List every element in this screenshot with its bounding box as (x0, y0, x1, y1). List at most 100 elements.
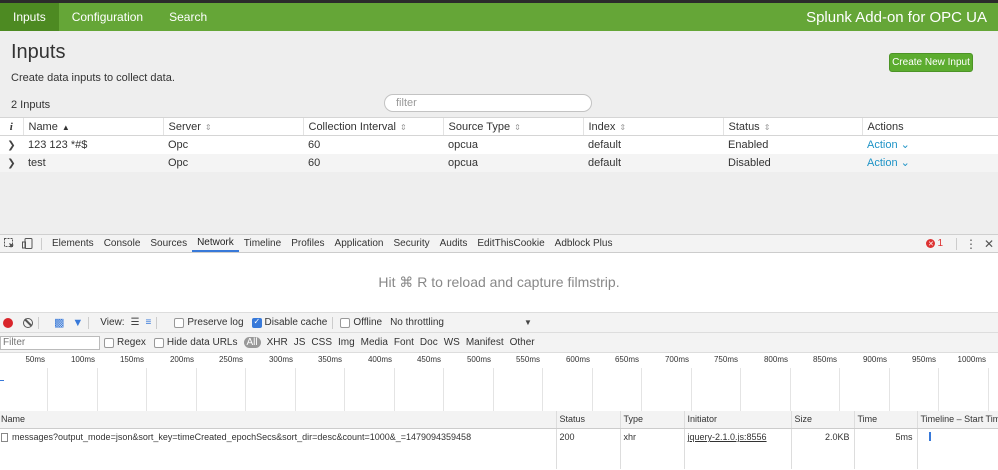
tab-elements[interactable]: Elements (47, 235, 99, 252)
chevron-down-icon[interactable]: ▼ (524, 318, 532, 327)
more-options-icon[interactable]: ⋮ (962, 237, 980, 251)
input-interval: 60 (303, 153, 443, 172)
page-description: Create data inputs to collect data. (11, 72, 175, 84)
camera-icon[interactable]: ▩ (54, 316, 64, 329)
type-filter-doc[interactable]: Doc (420, 337, 438, 348)
filter-funnel-icon[interactable]: ▼ (72, 317, 83, 329)
filter-input[interactable] (384, 94, 592, 112)
type-filter-media[interactable]: Media (361, 337, 388, 348)
column-header-status[interactable]: Status (555, 411, 620, 429)
tab-audits[interactable]: Audits (435, 235, 473, 252)
timeline-tick-label: 750ms (713, 355, 738, 364)
nav-inputs[interactable]: Inputs (0, 3, 59, 31)
network-filter-input[interactable] (0, 335, 100, 350)
column-header-name[interactable]: Name (0, 411, 556, 429)
timeline-tick-label: 550ms (515, 355, 540, 364)
column-header-time[interactable]: Time (853, 411, 917, 429)
toolbar-divider (332, 316, 334, 329)
preserve-log-checkbox[interactable]: Preserve log (174, 317, 244, 328)
column-header-type[interactable]: Type (619, 411, 684, 429)
type-filter-js[interactable]: JS (294, 337, 306, 348)
type-filter-img[interactable]: Img (338, 337, 355, 348)
close-icon[interactable]: ✕ (980, 237, 998, 251)
timeline-tick-label: 700ms (664, 355, 689, 364)
chevron-down-icon: ⌄ (897, 157, 910, 169)
timeline-tick-label: 950ms (911, 355, 936, 364)
input-sourcetype: opcua (443, 135, 583, 154)
column-header-name[interactable]: Name ▲ (22, 117, 163, 136)
tab-timeline[interactable]: Timeline (239, 235, 286, 252)
timeline-tick-label: 400ms (367, 355, 392, 364)
network-table-header: Name Status Type Initiator Size Time Tim… (0, 411, 998, 429)
inputs-count: 2 Inputs (11, 99, 51, 111)
column-header-interval[interactable]: Collection Interval ⇕ (302, 117, 443, 136)
column-header-timeline[interactable]: Timeline – Start Time (916, 411, 998, 429)
type-filter-font[interactable]: Font (394, 337, 414, 348)
type-filter-xhr[interactable]: XHR (267, 337, 288, 348)
waterfall-view-icon[interactable]: ≡ (146, 317, 152, 328)
tab-application[interactable]: Application (330, 235, 389, 252)
waterfall-bar (928, 432, 931, 442)
disable-cache-checkbox[interactable]: Disable cache (251, 317, 327, 328)
list-view-icon[interactable]: ☰ (131, 317, 140, 328)
column-header-actions: Actions (861, 117, 998, 136)
action-dropdown[interactable]: Action ⌄ (862, 153, 998, 172)
tab-adblock-plus[interactable]: Adblock Plus (550, 235, 618, 252)
app-title: Splunk Add-on for OPC UA (806, 8, 987, 26)
tab-network[interactable]: Network (192, 235, 239, 252)
regex-checkbox[interactable]: Regex (104, 337, 146, 348)
input-name: test (23, 153, 163, 172)
sort-icon: ⇕ (763, 122, 771, 132)
offline-checkbox[interactable]: Offline (340, 317, 382, 328)
input-status: Disabled (723, 153, 862, 172)
tab-console[interactable]: Console (99, 235, 146, 252)
nav-configuration[interactable]: Configuration (59, 3, 156, 31)
column-header-status[interactable]: Status ⇕ (722, 117, 862, 136)
request-name[interactable]: messages?output_mode=json&sort_key=timeC… (0, 428, 556, 446)
table-row[interactable]: messages?output_mode=json&sort_key=timeC… (0, 428, 998, 446)
record-button[interactable] (3, 317, 13, 328)
device-mode-icon[interactable] (18, 238, 36, 249)
column-header-sourcetype[interactable]: Source Type ⇕ (442, 117, 583, 136)
create-new-input-button[interactable]: Create New Input (889, 53, 973, 72)
type-filter-other[interactable]: Other (510, 337, 535, 348)
timeline-tick-label: 850ms (812, 355, 837, 364)
file-icon (1, 433, 8, 443)
inputs-table: i Name ▲ Server ⇕ Collection Interval ⇕ Sou… (0, 117, 998, 172)
inspect-element-icon[interactable] (0, 238, 18, 249)
timeline-request-mark (0, 380, 4, 381)
table-row: ❯ test Opc 60 opcua default Disabled Act… (0, 153, 998, 172)
type-filter-css[interactable]: CSS (311, 337, 332, 348)
devtools-right-controls: ✕ 1 ⋮ ✕ (926, 235, 998, 252)
timeline-tick-label: 1000ms (957, 355, 986, 364)
clear-icon[interactable] (23, 317, 33, 328)
action-dropdown[interactable]: Action ⌄ (862, 135, 998, 154)
request-initiator[interactable]: jquery-2.1.0.js:8556 (683, 428, 791, 446)
nav-search[interactable]: Search (156, 3, 220, 31)
timeline-tick-label: 450ms (416, 355, 441, 364)
tab-editthiscookie[interactable]: EditThisCookie (472, 235, 549, 252)
toolbar-divider (38, 316, 39, 329)
type-filter-ws[interactable]: WS (444, 337, 460, 348)
timeline-tick-label: 50ms (25, 355, 45, 364)
column-header-server[interactable]: Server ⇕ (162, 117, 303, 136)
column-header-index[interactable]: Index ⇕ (582, 117, 723, 136)
expand-row-icon[interactable]: ❯ (0, 135, 23, 154)
hide-data-urls-checkbox[interactable]: Hide data URLs (153, 337, 238, 348)
info-column-header: i (0, 117, 23, 136)
tab-security[interactable]: Security (388, 235, 434, 252)
expand-row-icon[interactable]: ❯ (0, 153, 23, 172)
column-header-size[interactable]: Size (790, 411, 854, 429)
tab-sources[interactable]: Sources (145, 235, 192, 252)
input-status: Enabled (723, 135, 862, 154)
column-header-initiator[interactable]: Initiator (683, 411, 791, 429)
tab-profiles[interactable]: Profiles (286, 235, 329, 252)
type-filter-all[interactable]: All (243, 337, 261, 348)
timeline-tick-label: 500ms (466, 355, 491, 364)
sort-icon: ⇕ (399, 122, 407, 132)
app-bar: Inputs Configuration Search Splunk Add-o… (0, 3, 998, 31)
input-sourcetype: opcua (443, 153, 583, 172)
error-counter[interactable]: ✕ 1 (926, 238, 943, 249)
throttling-select[interactable]: No throttling (390, 317, 444, 328)
type-filter-manifest[interactable]: Manifest (466, 337, 504, 348)
